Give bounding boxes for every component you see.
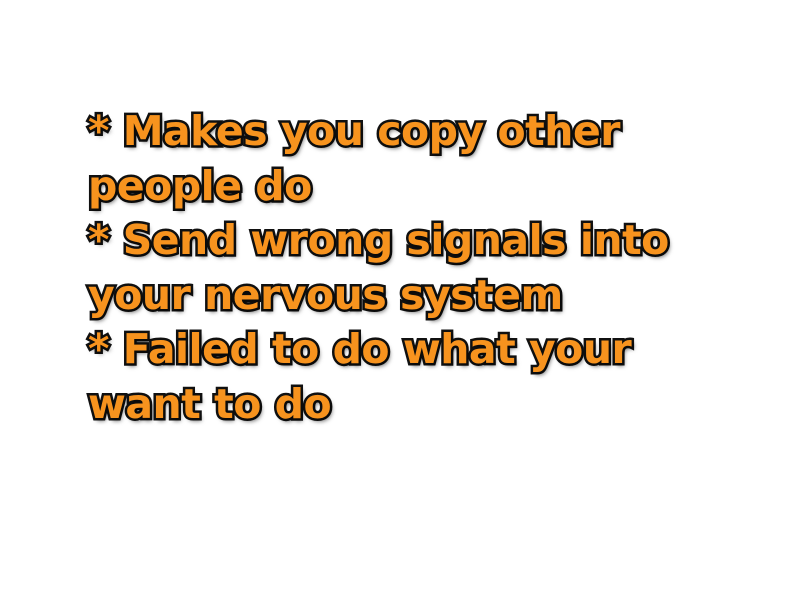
bullet-line-1: * Makes you copy other	[86, 105, 624, 158]
bullet-line-1-continued: people do	[86, 159, 315, 212]
slide: * Makes you copy other people do * Send …	[0, 0, 791, 596]
bullet-list: * Makes you copy other people do * Send …	[86, 104, 768, 431]
bullet-line-3-continued: want to do	[86, 377, 335, 430]
bullet-line-2-continued: your nervous system	[86, 268, 566, 321]
bullet-line-2: * Send wrong signals into	[86, 214, 672, 267]
bullet-line-3: * Failed to do what your	[86, 323, 635, 376]
